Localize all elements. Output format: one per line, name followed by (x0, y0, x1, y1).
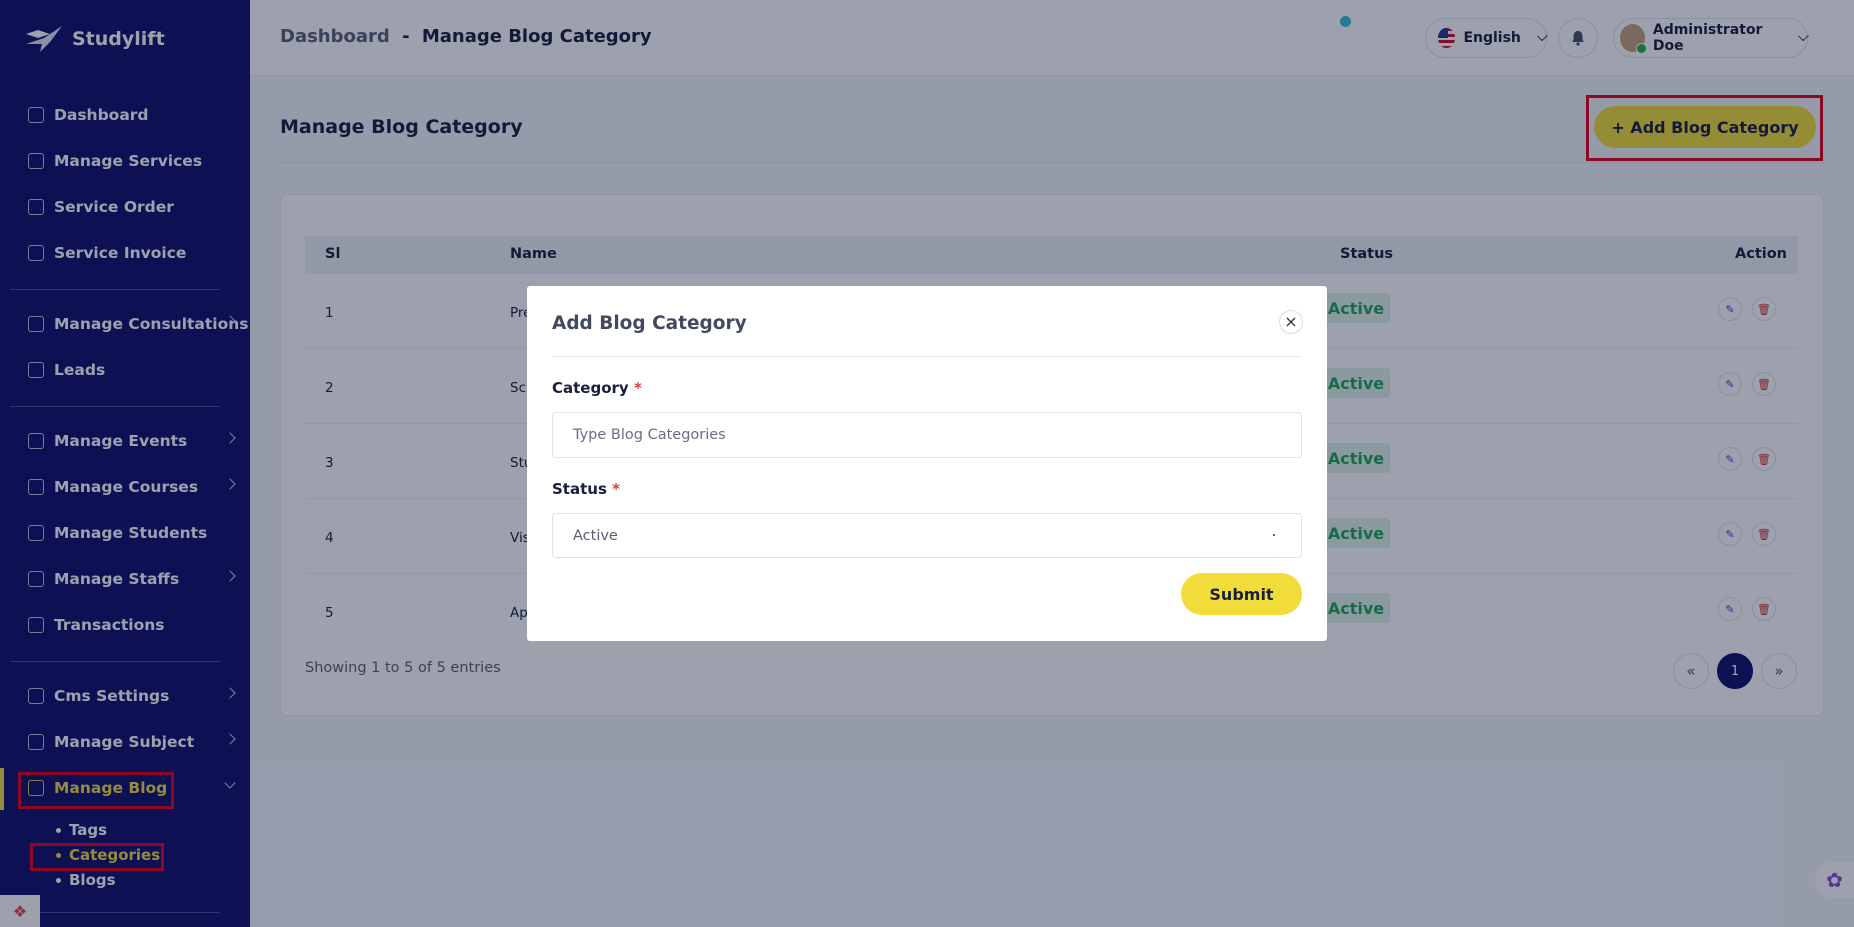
status-select[interactable]: Active (552, 513, 1302, 558)
status-label: Status * (552, 480, 620, 498)
select-arrow-icon (1273, 534, 1275, 536)
status-select-value: Active (573, 527, 618, 544)
category-input[interactable] (552, 412, 1302, 458)
modal-title: Add Blog Category (552, 313, 747, 334)
submit-button[interactable]: Submit (1181, 573, 1302, 615)
required-mark: * (612, 480, 620, 498)
category-label: Category * (552, 379, 642, 397)
close-icon: × (1284, 312, 1298, 331)
close-button[interactable]: × (1279, 310, 1303, 334)
add-blog-category-modal: Add Blog Category × Category * Status * … (527, 286, 1327, 641)
category-label-text: Category (552, 379, 629, 397)
status-label-text: Status (552, 480, 607, 498)
modal-divider (552, 356, 1302, 357)
required-mark: * (633, 379, 642, 397)
